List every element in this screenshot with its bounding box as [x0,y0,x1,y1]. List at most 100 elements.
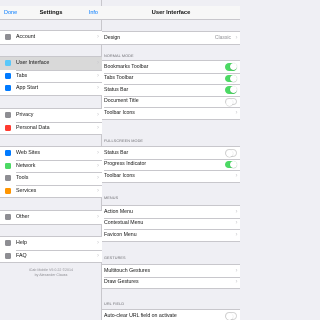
sidebar-item-faq[interactable]: FAQ › [0,249,102,263]
sidebar-item-label: App Start [16,85,39,92]
auto-clear-url-field-on-activate-label: Auto-clear URL field on activate [104,312,177,319]
sidebar-item-label: Help [16,240,27,247]
help-icon [5,240,11,247]
action-menu-row[interactable]: Action Menu › [102,206,240,218]
favicon-menu-label: Favicon Menu [104,231,137,238]
toolbar-icons-label: Toolbar Icons [104,172,135,179]
chevron-right-icon: › [235,34,238,41]
progress-indicator-toggle[interactable] [225,160,237,168]
author-text: by Alexander Clauss [34,273,68,277]
sidebar-item-label: Tools [16,175,29,182]
status-bar-label: Status Bar [104,149,129,156]
chevron-right-icon: › [97,240,99,247]
fullscreen-mode-header: FULLSCREEN MODE [104,139,144,143]
auto-clear-url-field-on-activate-toggle[interactable] [225,312,237,320]
tabs-toolbar-row: Tabs Toolbar [102,72,240,85]
services-icon [5,187,11,194]
chevron-right-icon: › [97,175,99,182]
design-label: Design [104,34,121,41]
chevron-right-icon: › [235,267,238,274]
bookmarks-toolbar-row: Bookmarks Toolbar [102,61,240,73]
tabs-icon [5,72,11,79]
user-interface-icon [5,60,11,67]
favicon-menu-row[interactable]: Favicon Menu › [102,229,240,241]
sidebar-item-label: Other [16,214,30,221]
sidebar-item-app-start[interactable]: App Start › [0,82,102,95]
contextual-menu-row[interactable]: Contextual Menu › [102,217,240,230]
tabs-toolbar-label: Tabs Toolbar [104,75,134,82]
chevron-right-icon: › [97,162,99,169]
chevron-right-icon: › [97,214,99,221]
auto-clear-url-field-on-activate-row: Auto-clear URL field on activate [102,310,240,320]
progress-indicator-label: Progress Indicator [104,161,147,168]
document-title-row: Document Title [102,95,240,108]
sidebar-item-account[interactable]: Account › [0,31,102,44]
detail-navbar: User Interface [102,6,240,20]
status-bar-toggle[interactable] [225,86,237,94]
normal-mode-header: NORMAL MODE [104,54,134,58]
document-title-toggle[interactable] [225,97,237,106]
detail-title: User Interface [151,10,191,16]
contextual-menu-label: Contextual Menu [104,220,144,227]
sidebar-item-user-interface[interactable]: User Interface › [0,57,102,70]
design-group: Design Classic › [102,31,240,45]
account-icon [5,34,11,41]
url-field-header: URL FIELD [104,302,125,306]
sidebar-item-label: Tabs [16,72,28,79]
sidebar-item-label: Privacy [16,112,34,119]
toggle-knob [226,150,233,157]
settings-group: Privacy › Personal Data › [0,108,102,135]
toggle-knob [229,63,237,71]
chevron-right-icon: › [97,252,99,259]
sidebar-item-tabs[interactable]: Tabs › [0,69,102,83]
tools-icon [5,175,11,182]
privacy-icon [5,112,11,119]
design-row[interactable]: Design Classic › [102,32,240,44]
sidebar-item-help[interactable]: Help › [0,237,102,250]
sidebar-item-label: Web Sites [16,150,41,157]
sidebar-item-label: Personal Data [16,124,50,131]
menus-group: Action Menu › Contextual Menu › Favicon Menu… [102,205,240,242]
normal-mode-group: Bookmarks Toolbar Tabs Toolbar Status Bar D… [102,60,240,120]
toolbar-icons-row[interactable]: Toolbar Icons › [102,107,240,119]
network-icon [5,162,11,169]
bookmarks-toolbar-toggle[interactable] [225,63,237,71]
sidebar-item-other[interactable]: Other › [0,211,102,224]
progress-indicator-row: Progress Indicator [102,158,240,171]
sidebar-item-privacy[interactable]: Privacy › [0,109,102,122]
chevron-right-icon: › [235,231,238,238]
toggle-knob [229,160,237,168]
multitouch-gestures-label: Multitouch Gestures [104,267,151,274]
chevron-right-icon: › [97,150,99,157]
personal-data-icon [5,124,11,131]
chevron-right-icon: › [97,187,99,194]
draw-gestures-row[interactable]: Draw Gestures › [102,276,240,289]
chevron-right-icon: › [97,124,99,131]
chevron-right-icon: › [97,34,99,41]
url-field-group: Auto-clear URL field on activate [102,309,240,320]
multitouch-gestures-row[interactable]: Multitouch Gestures › [102,265,240,277]
sidebar-item-web-sites[interactable]: Web Sites › [0,147,102,160]
tabs-toolbar-toggle[interactable] [225,74,237,82]
gestures-group: Multitouch Gestures › Draw Gestures › [102,264,240,289]
info-button[interactable]: Info [89,6,98,20]
settings-group: Web Sites › Network › Tools › Services › [0,146,102,198]
draw-gestures-label: Draw Gestures [104,279,139,286]
document-title-label: Document Title [104,98,139,105]
status-bar-toggle[interactable] [225,149,237,157]
sidebar-item-label: Account [16,34,36,41]
sidebar-item-tools[interactable]: Tools › [0,172,102,185]
chevron-right-icon: › [235,279,238,286]
status-bar-label: Status Bar [104,86,129,93]
sidebar-item-services[interactable]: Services › [0,184,102,198]
other-icon [5,214,11,221]
chevron-right-icon: › [97,85,99,92]
toggle-knob [229,74,237,82]
sidebar-item-personal-data[interactable]: Personal Data › [0,121,102,135]
bookmarks-toolbar-label: Bookmarks Toolbar [104,63,149,70]
sidebar-item-network[interactable]: Network › [0,159,102,173]
toolbar-icons-label: Toolbar Icons [104,109,135,116]
chevron-right-icon: › [235,208,238,215]
chevron-right-icon: › [97,72,99,79]
toolbar-icons-row[interactable]: Toolbar Icons › [102,170,240,182]
